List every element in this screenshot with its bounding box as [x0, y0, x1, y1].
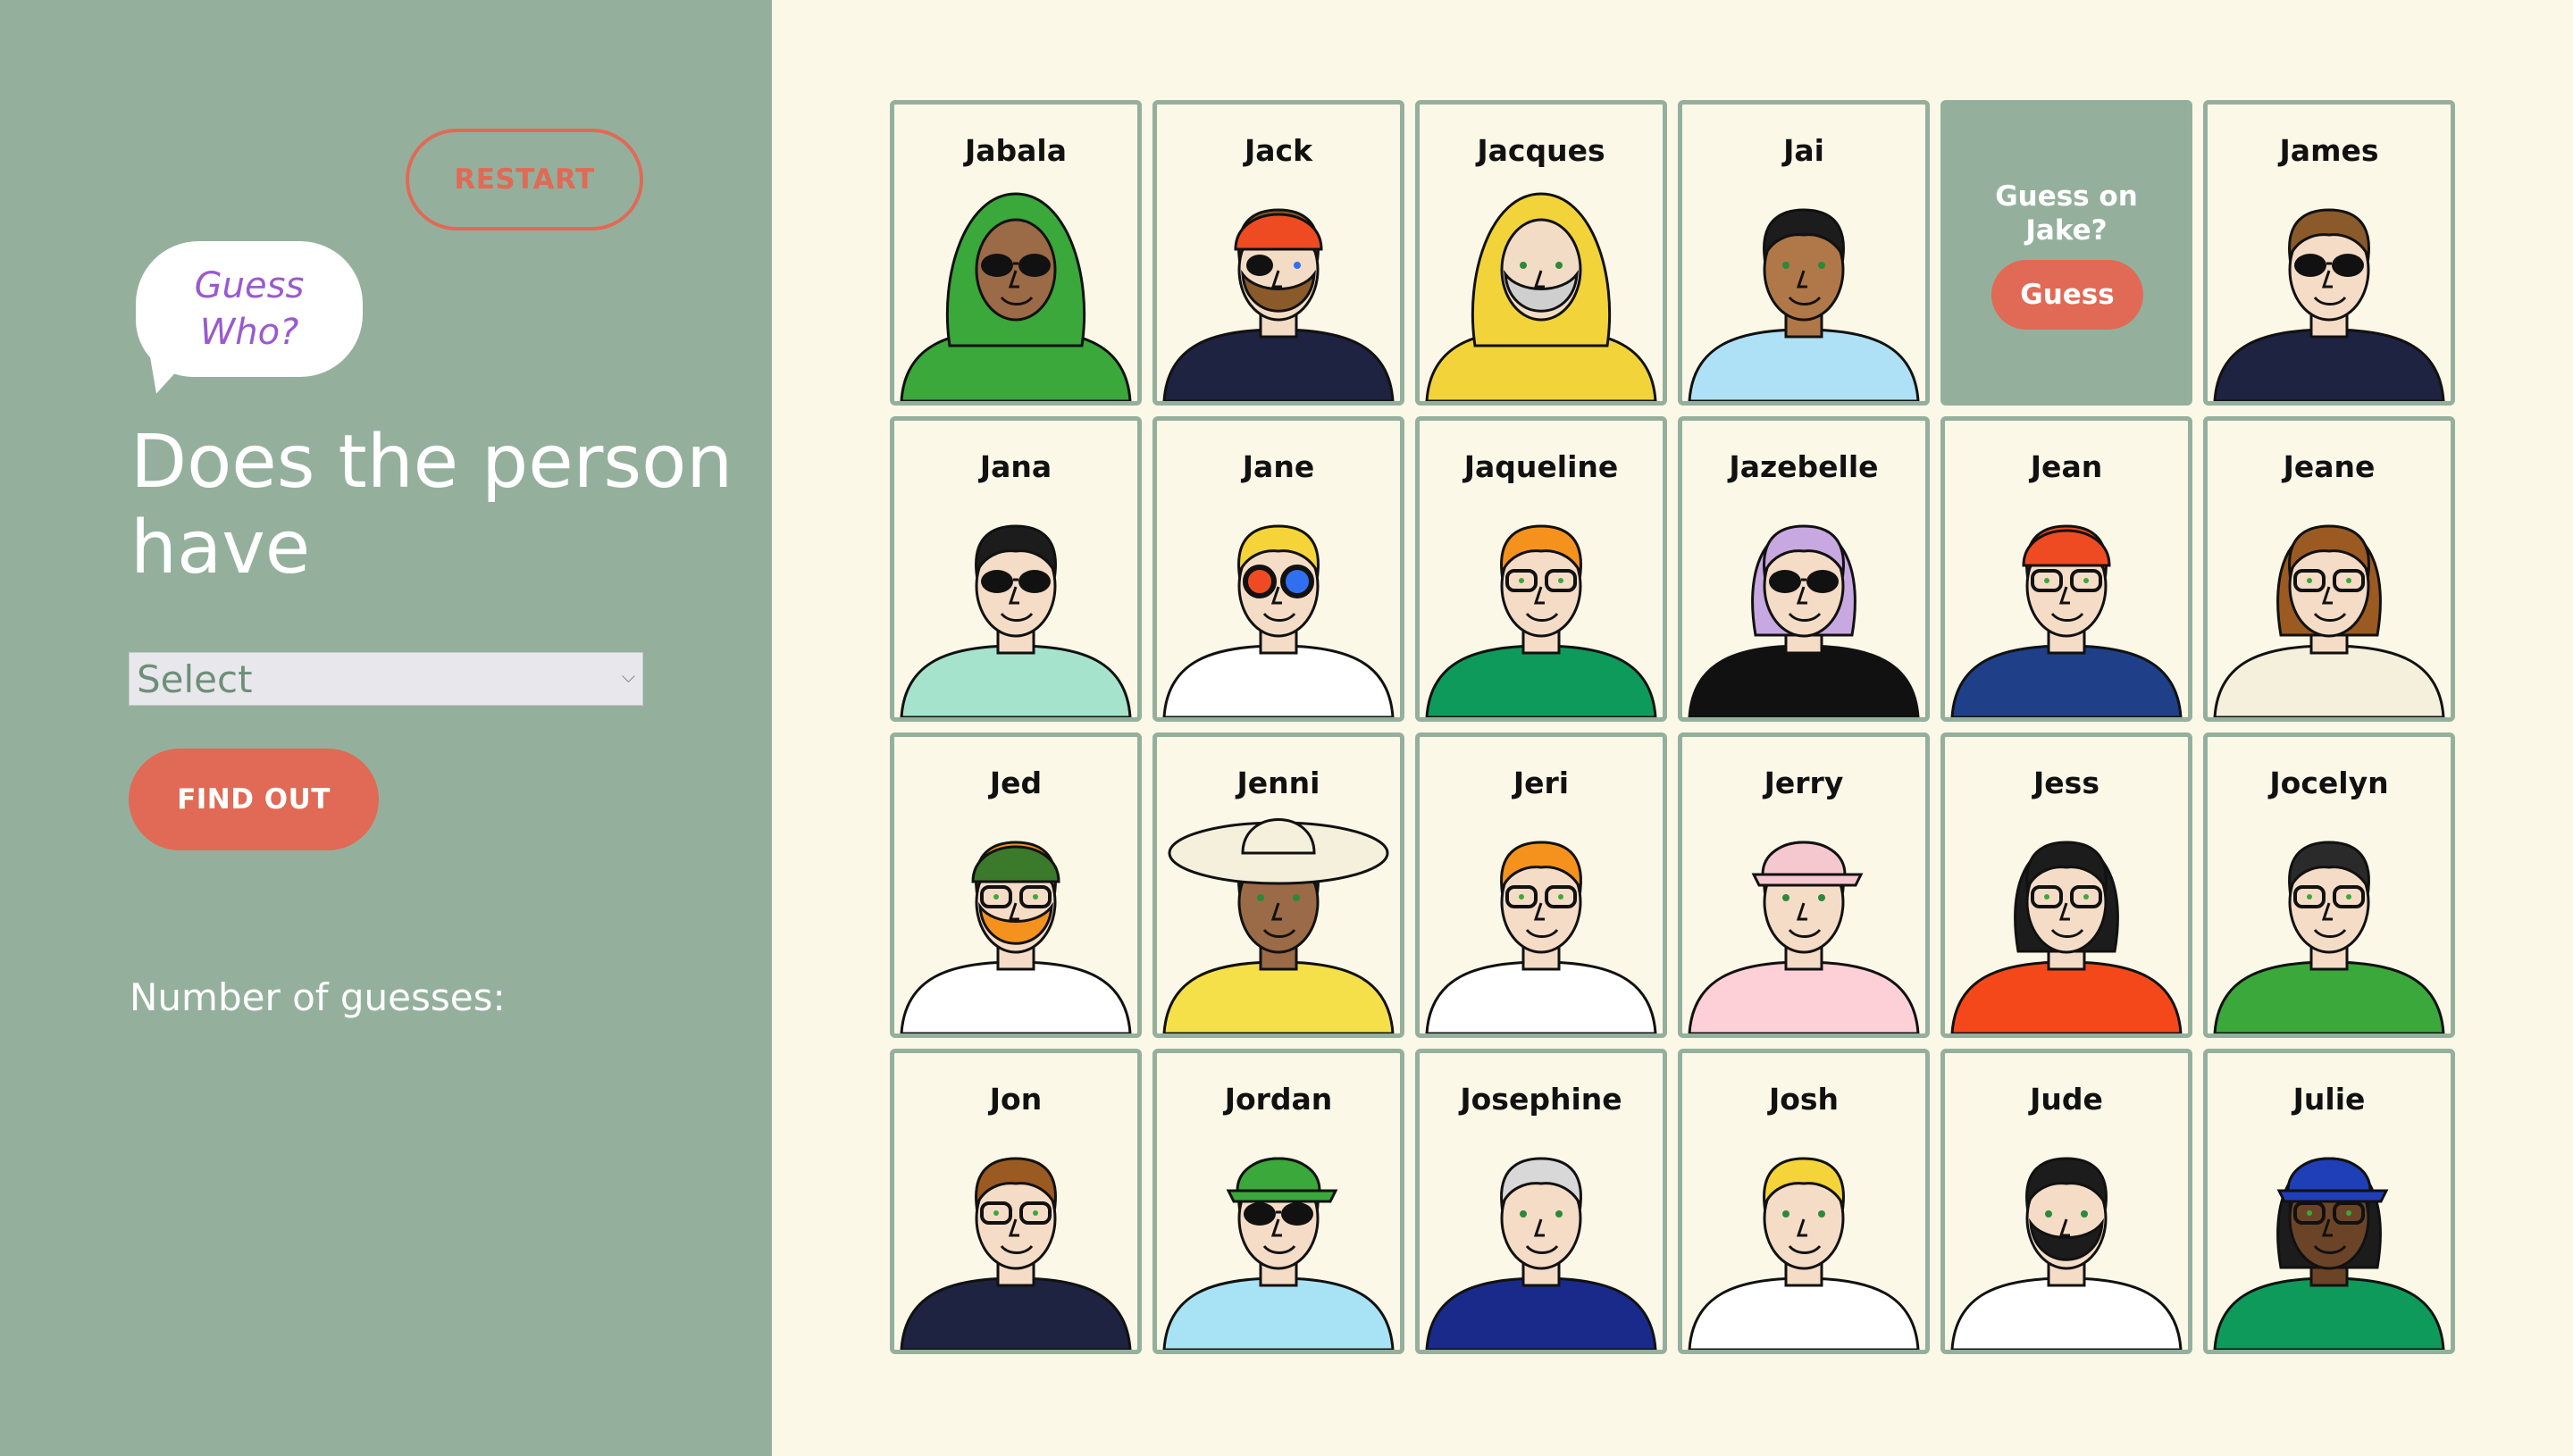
character-name: Jean: [2030, 449, 2103, 484]
character-name: Julie: [2292, 1082, 2366, 1117]
character-name: Jon: [989, 1082, 1043, 1117]
portrait-illustration: [1688, 524, 1920, 717]
character-card-jordan[interactable]: Jordan: [1152, 1049, 1404, 1354]
portrait-illustration: [900, 1157, 1132, 1350]
character-card-jed[interactable]: Jed: [890, 732, 1142, 1038]
trait-select[interactable]: Select ⌵: [129, 652, 643, 706]
portrait-illustration: [1950, 1157, 2183, 1350]
guess-count-label: Number of guesses:: [130, 975, 506, 1019]
portrait-illustration: [1950, 841, 2183, 1033]
guess-card[interactable]: Guess on Jake? Guess: [1940, 100, 2192, 406]
question-heading: Does the person have: [130, 420, 733, 590]
character-name: Jed: [989, 766, 1043, 800]
portrait-illustration: [900, 524, 1132, 717]
character-card-jude[interactable]: Jude: [1940, 1049, 2192, 1354]
character-card-jazebelle[interactable]: Jazebelle: [1678, 416, 1930, 722]
sidebar: RESTART Guess Who? Does the person have …: [0, 0, 772, 1456]
logo-text: Guess Who?: [194, 265, 305, 353]
character-card-jane[interactable]: Jane: [1152, 416, 1404, 722]
character-name: Josh: [1768, 1082, 1840, 1117]
character-card-jai[interactable]: Jai: [1678, 100, 1930, 406]
character-name: Jess: [2033, 766, 2099, 800]
character-name: Jai: [1783, 133, 1824, 168]
chevron-down-icon: ⌵: [621, 667, 635, 687]
speech-bubble-tail-icon: [144, 353, 189, 397]
character-name: Jaqueline: [1463, 449, 1619, 484]
portrait-illustration: [1688, 841, 1920, 1033]
character-card-jocelyn[interactable]: Jocelyn: [2203, 732, 2455, 1038]
character-name: Jana: [979, 449, 1052, 484]
portrait-illustration: [1950, 524, 2183, 717]
portrait-illustration: [1425, 1157, 1657, 1350]
character-card-jeri[interactable]: Jeri: [1415, 732, 1667, 1038]
character-card-jon[interactable]: Jon: [890, 1049, 1142, 1354]
character-card-jack[interactable]: Jack: [1152, 100, 1404, 406]
character-name: Jerry: [1764, 766, 1844, 800]
character-name: Jabala: [964, 133, 1068, 168]
character-card-jaqueline[interactable]: Jaqueline: [1415, 416, 1667, 722]
portrait-illustration: [1162, 818, 1395, 1033]
portrait-illustration: [2213, 208, 2445, 401]
portrait-illustration: [1162, 1157, 1395, 1350]
character-card-jeane[interactable]: Jeane: [2203, 416, 2455, 722]
character-grid: Jabala Jack Jacques Jai Guess on Jake? Guess J…: [890, 100, 2455, 1354]
character-name: Jane: [1242, 449, 1315, 484]
character-name: Jocelyn: [2269, 766, 2389, 800]
character-name: Jazebelle: [1729, 449, 1879, 484]
portrait-illustration: [1688, 208, 1920, 401]
character-card-jabala[interactable]: Jabala: [890, 100, 1142, 406]
character-name: James: [2279, 133, 2379, 168]
portrait-illustration: [2213, 1157, 2445, 1350]
portrait-illustration: [900, 192, 1132, 401]
character-name: Josephine: [1460, 1082, 1622, 1117]
character-name: Jeane: [2283, 449, 2376, 484]
character-card-josh[interactable]: Josh: [1678, 1049, 1930, 1354]
restart-button[interactable]: RESTART: [406, 129, 643, 230]
portrait-illustration: [1425, 192, 1657, 401]
character-card-jess[interactable]: Jess: [1940, 732, 2192, 1038]
character-card-jenni[interactable]: Jenni: [1152, 732, 1404, 1038]
portrait-illustration: [1425, 841, 1657, 1033]
guess-prompt: Guess on Jake?: [1995, 180, 2138, 247]
character-card-josephine[interactable]: Josephine: [1415, 1049, 1667, 1354]
select-value: Select: [137, 657, 253, 701]
character-name: Jordan: [1224, 1082, 1333, 1117]
guess-button[interactable]: Guess: [1991, 260, 2143, 330]
character-card-jana[interactable]: Jana: [890, 416, 1142, 722]
portrait-illustration: [900, 841, 1132, 1033]
character-card-jacques[interactable]: Jacques: [1415, 100, 1667, 406]
find-out-button[interactable]: FIND OUT: [129, 749, 379, 850]
portrait-illustration: [1162, 524, 1395, 717]
character-card-jean[interactable]: Jean: [1940, 416, 2192, 722]
character-name: Jenni: [1236, 766, 1320, 800]
portrait-illustration: [1688, 1157, 1920, 1350]
portrait-illustration: [2213, 841, 2445, 1033]
character-name: Jack: [1244, 133, 1313, 168]
character-card-jerry[interactable]: Jerry: [1678, 732, 1930, 1038]
portrait-illustration: [2213, 524, 2445, 717]
character-name: Jacques: [1477, 133, 1605, 168]
portrait-illustration: [1425, 524, 1657, 717]
character-card-james[interactable]: James: [2203, 100, 2455, 406]
character-name: Jeri: [1513, 766, 1570, 800]
character-card-julie[interactable]: Julie: [2203, 1049, 2455, 1354]
portrait-illustration: [1162, 208, 1395, 401]
character-name: Jude: [2030, 1082, 2103, 1117]
